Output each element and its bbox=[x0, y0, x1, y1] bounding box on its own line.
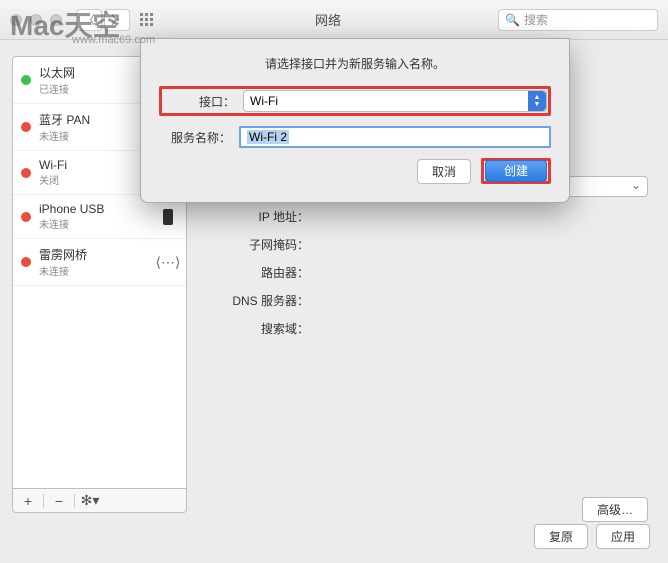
show-all-icon[interactable] bbox=[136, 9, 158, 31]
create-button[interactable]: 创建 bbox=[485, 160, 547, 182]
close-icon[interactable] bbox=[10, 14, 22, 26]
interface-label: 接口： bbox=[163, 93, 243, 110]
zoom-icon[interactable] bbox=[50, 14, 62, 26]
new-service-dialog: 请选择接口并为新服务输入名称。 接口： Wi-Fi ▲▼ 服务名称： Wi-Fi… bbox=[140, 38, 570, 203]
search-placeholder: 搜索 bbox=[524, 11, 548, 28]
interface-value: Wi-Fi bbox=[250, 94, 278, 108]
select-arrows-icon: ▲▼ bbox=[528, 91, 546, 111]
forward-button[interactable]: 〉 bbox=[104, 9, 130, 31]
router-label: 路由器： bbox=[205, 264, 317, 281]
cancel-button[interactable]: 取消 bbox=[417, 159, 471, 184]
sidebar-toolbar: + − ✻▾ bbox=[12, 489, 187, 513]
highlight-create-button: 创建 bbox=[481, 158, 551, 184]
search-domain-label: 搜索域： bbox=[205, 320, 317, 337]
gear-menu-button[interactable]: ✻▾ bbox=[79, 492, 101, 510]
service-name-label: 服务名称： bbox=[159, 129, 239, 146]
window-title: 网络 bbox=[158, 10, 498, 29]
remove-service-button[interactable]: − bbox=[48, 492, 70, 510]
service-name-value: Wi-Fi 2 bbox=[247, 130, 289, 144]
traffic-lights bbox=[10, 14, 62, 26]
dialog-message: 请选择接口并为新服务输入名称。 bbox=[159, 55, 551, 72]
back-button[interactable]: 〈 bbox=[76, 9, 102, 31]
status-dot-icon bbox=[21, 257, 31, 267]
subnet-mask-label: 子网掩码： bbox=[205, 236, 317, 253]
sidebar-item-thunderbolt-bridge[interactable]: 雷雳网桥 未连接 ⟨⋯⟩ bbox=[13, 239, 186, 286]
apply-button[interactable]: 应用 bbox=[596, 524, 650, 549]
status-dot-icon bbox=[21, 122, 31, 132]
search-icon: 🔍 bbox=[505, 13, 520, 27]
minimize-icon[interactable] bbox=[30, 14, 42, 26]
thunderbolt-icon: ⟨⋯⟩ bbox=[158, 254, 178, 271]
service-name: iPhone USB bbox=[39, 202, 158, 216]
separator bbox=[74, 494, 75, 508]
status-dot-icon bbox=[21, 75, 31, 85]
search-input[interactable]: 🔍 搜索 bbox=[498, 9, 658, 31]
ip-address-label: IP 地址： bbox=[205, 208, 317, 225]
dns-label: DNS 服务器： bbox=[205, 292, 317, 309]
service-status: 未连接 bbox=[39, 263, 158, 278]
advanced-button[interactable]: 高级… bbox=[582, 497, 648, 522]
footer-actions: 复原 应用 bbox=[534, 524, 650, 549]
separator bbox=[43, 494, 44, 508]
service-name-input[interactable]: Wi-Fi 2 bbox=[239, 126, 551, 148]
interface-select[interactable]: Wi-Fi ▲▼ bbox=[243, 90, 547, 112]
add-service-button[interactable]: + bbox=[17, 492, 39, 510]
phone-icon bbox=[158, 209, 178, 225]
highlight-interface-row: 接口： Wi-Fi ▲▼ bbox=[159, 86, 551, 116]
service-status: 未连接 bbox=[39, 216, 158, 231]
service-name: 雷雳网桥 bbox=[39, 246, 158, 263]
revert-button[interactable]: 复原 bbox=[534, 524, 588, 549]
status-dot-icon bbox=[21, 168, 31, 178]
window-titlebar: 〈 〉 网络 🔍 搜索 bbox=[0, 0, 668, 40]
status-dot-icon bbox=[21, 212, 31, 222]
